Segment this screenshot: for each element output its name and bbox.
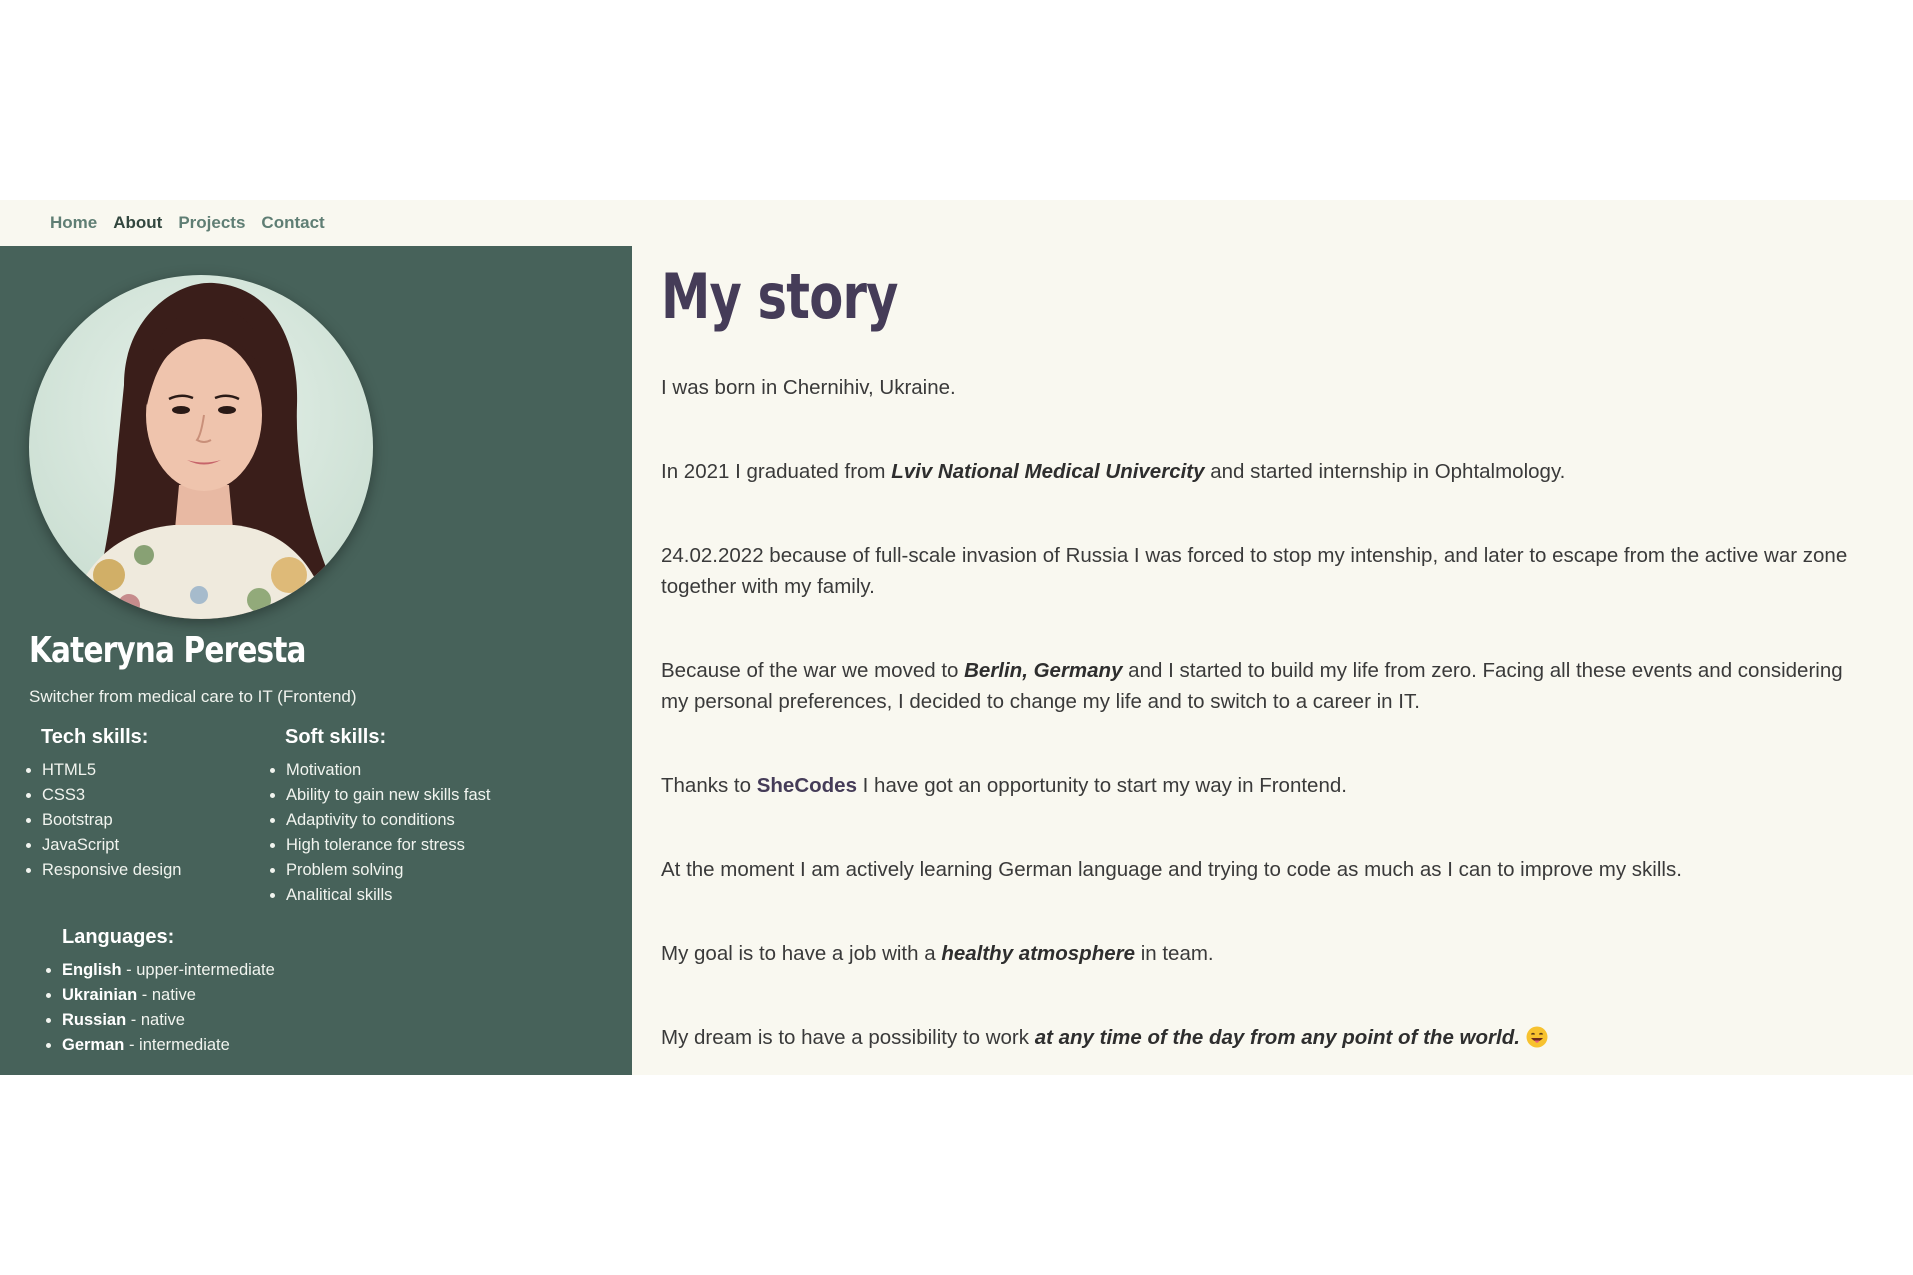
top-navbar: Home About Projects Contact — [0, 200, 1913, 246]
list-item: Motivation — [286, 758, 491, 783]
soft-skills-list: Motivation Ability to gain new skills fa… — [268, 758, 491, 908]
list-item: Russian - native — [62, 1008, 275, 1033]
story-emphasis: healthy atmosphere — [941, 942, 1135, 965]
nav-link-home[interactable]: Home — [50, 213, 97, 233]
list-item: High tolerance for stress — [286, 833, 491, 858]
language-name: English — [62, 961, 122, 979]
language-level: - native — [126, 1011, 185, 1029]
story-text: Because of the war we moved to — [661, 659, 965, 682]
story-text: In 2021 I graduated from — [661, 460, 892, 483]
language-level: - intermediate — [124, 1036, 230, 1054]
story-text: in team. — [1135, 942, 1214, 965]
profile-name: Kateryna Peresta — [29, 630, 306, 671]
list-item: CSS3 — [42, 783, 181, 808]
story-paragraph: Because of the war we moved to Berlin, G… — [661, 655, 1861, 717]
avatar — [29, 275, 373, 619]
list-item: HTML5 — [42, 758, 181, 783]
soft-skills-heading: Soft skills: — [285, 726, 387, 748]
story-emphasis: Berlin, Germany — [964, 659, 1123, 682]
story-text: My dream is to have a possibility to wor… — [661, 1026, 1035, 1049]
story-text: and started internship in Ophtalmology. — [1204, 460, 1566, 483]
language-level: - upper-intermediate — [121, 961, 275, 979]
page-title: My story — [661, 260, 898, 333]
list-item: Responsive design — [42, 858, 181, 883]
list-item: English - upper-intermediate — [62, 958, 275, 983]
story-text: My goal is to have a job with a — [661, 942, 942, 965]
story-text: I have got an opportunity to start my wa… — [856, 774, 1347, 797]
list-item: Problem solving — [286, 858, 491, 883]
shecodes-link: SheCodes — [756, 774, 857, 797]
story-text: Thanks to — [661, 774, 757, 797]
profile-sidebar: Kateryna Peresta Switcher from medical c… — [0, 246, 632, 1075]
language-name: Ukrainian — [62, 986, 138, 1004]
language-level: - native — [137, 986, 196, 1004]
tech-skills-heading: Tech skills: — [41, 726, 149, 748]
story-paragraph: I was born in Chernihiv, Ukraine. — [661, 376, 956, 399]
languages-list: English - upper-intermediate Ukrainian -… — [44, 958, 275, 1058]
story-paragraph: My dream is to have a possibility to wor… — [661, 1022, 1861, 1053]
list-item: Ukrainian - native — [62, 983, 275, 1008]
language-name: German — [62, 1036, 125, 1054]
story-paragraph: Thanks to SheCodes I have got an opportu… — [661, 770, 1861, 801]
story-paragraph: At the moment I am actively learning Ger… — [661, 858, 1682, 881]
nav-link-contact[interactable]: Contact — [261, 213, 324, 233]
story-paragraph: 24.02.2022 because of full-scale invasio… — [661, 544, 1848, 598]
list-item: Ability to gain new skills fast — [286, 783, 491, 808]
story-emphasis: Lviv National Medical Univercity — [891, 460, 1205, 483]
list-item: German - intermediate — [62, 1033, 275, 1058]
list-item: Bootstrap — [42, 808, 181, 833]
story-emphasis: at any time of the day from any point of… — [1034, 1026, 1520, 1049]
language-name: Russian — [62, 1011, 127, 1029]
grinning-face-tongue-icon — [1526, 1026, 1548, 1048]
avatar-portrait-image — [29, 275, 373, 619]
languages-heading: Languages: — [62, 926, 175, 948]
story-paragraph: My goal is to have a job with a healthy … — [661, 938, 1861, 969]
nav-link-projects[interactable]: Projects — [178, 213, 245, 233]
nav-link-about[interactable]: About — [113, 213, 162, 233]
page-container: Home About Projects Contact Kateryna Per… — [0, 200, 1913, 1075]
list-item: Analitical skills — [286, 883, 491, 908]
list-item: Adaptivity to conditions — [286, 808, 491, 833]
tech-skills-list: HTML5 CSS3 Bootstrap JavaScript Responsi… — [24, 758, 181, 883]
profile-subtitle: Switcher from medical care to IT (Fronte… — [29, 687, 357, 706]
list-item: JavaScript — [42, 833, 181, 858]
story-paragraph: In 2021 I graduated from Lviv National M… — [661, 456, 1861, 487]
